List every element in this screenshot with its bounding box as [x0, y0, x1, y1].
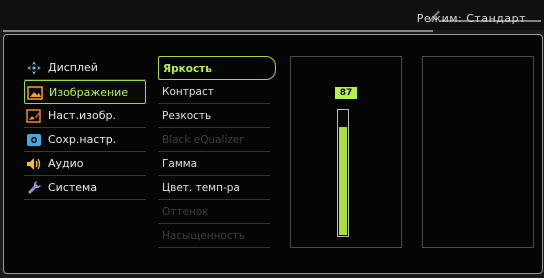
preview-panel: [422, 56, 534, 248]
menu-item-label: Аудио: [48, 157, 84, 170]
submenu-item-gamma[interactable]: Гамма: [158, 152, 270, 176]
submenu-item-sharpness[interactable]: Резкость: [158, 104, 270, 128]
menu-item-display[interactable]: Дисплей: [24, 56, 146, 80]
wrench-icon: [28, 181, 41, 194]
menu-item-picture[interactable]: Изображение: [24, 80, 146, 104]
picture-settings-icon: [26, 109, 41, 123]
menu-item-save-settings[interactable]: Сохр.настр.: [24, 128, 146, 152]
submenu-item-hue: Оттенок: [158, 200, 270, 224]
main-menu: Дисплей Изображение Наст.изобр. Сохр.нас…: [24, 56, 146, 200]
frame-accent-line: [3, 30, 433, 32]
menu-item-system[interactable]: Система: [24, 176, 146, 200]
menu-item-label: Сохр.настр.: [48, 133, 117, 146]
menu-item-label: Дисплей: [48, 61, 98, 74]
submenu-item-saturation: Насыщенность: [158, 224, 270, 248]
picture-submenu: Яркость Контраст Резкость Black eQualize…: [158, 56, 276, 248]
brightness-slider[interactable]: [337, 109, 349, 237]
submenu-item-contrast[interactable]: Контраст: [158, 80, 270, 104]
menu-item-picture-settings[interactable]: Наст.изобр.: [24, 104, 146, 128]
brightness-slider-fill: [339, 127, 347, 235]
submenu-item-brightness[interactable]: Яркость: [158, 56, 276, 80]
picture-icon: [27, 86, 43, 100]
menu-item-label: Изображение: [49, 86, 129, 99]
menu-item-label: Наст.изобр.: [48, 109, 116, 122]
submenu-item-black-equalizer: Black eQualizer: [158, 128, 270, 152]
menu-item-label: Система: [48, 181, 98, 194]
brightness-value-panel: 87: [290, 56, 402, 248]
display-icon: [27, 61, 41, 75]
menu-item-audio[interactable]: Аудио: [24, 152, 146, 176]
submenu-item-color-temp[interactable]: Цвет. темп-ра: [158, 176, 270, 200]
brightness-value: 87: [335, 87, 357, 99]
picture-mode-label: Режим: Стандарт: [416, 12, 526, 25]
save-settings-icon: [27, 134, 41, 146]
speaker-icon: [27, 158, 41, 170]
